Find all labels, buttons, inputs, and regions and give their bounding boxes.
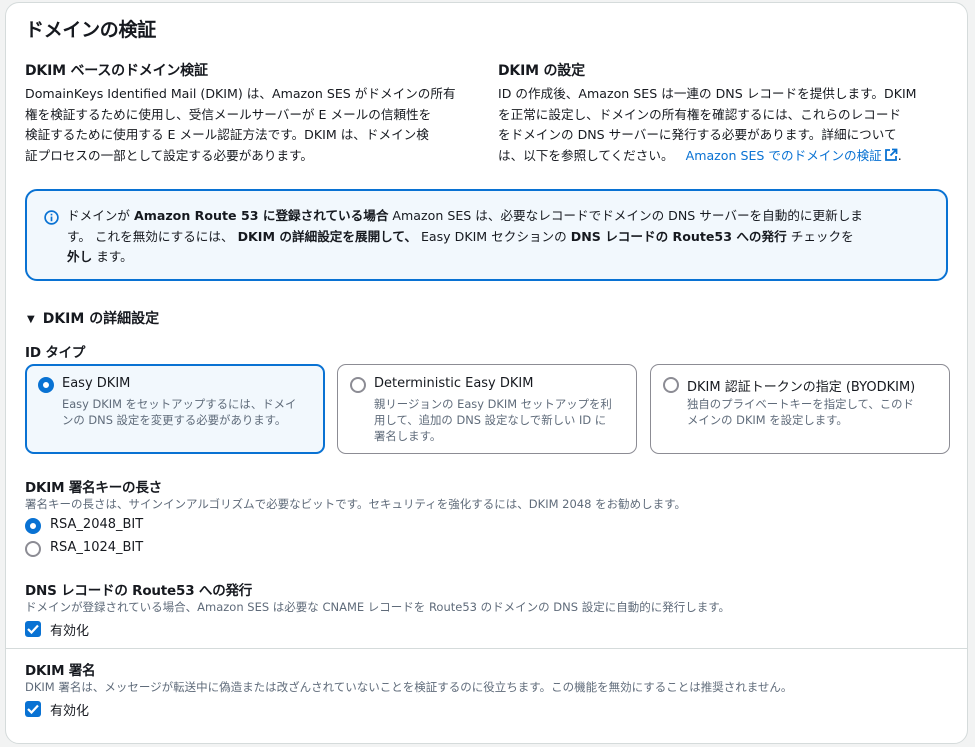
alert-text: Amazon SES は、必要なレコードでドメインの DNS サーバーを自動的に… bbox=[388, 208, 863, 223]
alert-text: Easy DKIM セクションの bbox=[416, 228, 571, 244]
radio-rsa-2048[interactable]: RSA_2048_BIT bbox=[25, 516, 225, 536]
radio-label: RSA_2048_BIT bbox=[50, 517, 144, 532]
id-type-tile-deterministic[interactable]: Deterministic Easy DKIM 親リージョンの Easy DKI… bbox=[337, 364, 637, 454]
dkim-settings-heading: DKIM の設定 bbox=[498, 63, 585, 79]
id-type-tile-byodkim[interactable]: DKIM 認証トークンの指定 (BYODKIM) 独自のプライベートキーを指定し… bbox=[650, 364, 950, 454]
route53-publish-label: DNS レコードの Route53 への発行 bbox=[25, 583, 253, 599]
tile-title: DKIM 認証トークンの指定 (BYODKIM) bbox=[687, 380, 916, 395]
dkim-base-line: 権を検証するために使用し、受信メールサーバーが E メールの信頼性を bbox=[25, 106, 432, 122]
verify-domain-link-label: Amazon SES でのドメインの検証 bbox=[685, 147, 882, 163]
tile-title: Easy DKIM bbox=[62, 376, 131, 391]
radio-easy-dkim[interactable] bbox=[38, 377, 54, 393]
dkim-settings-last-line: は、以下を参照してください。 Amazon SES でのドメインの検証. bbox=[498, 146, 958, 169]
alert-message: ドメインが Amazon Route 53 に登録されている場合 Amazon … bbox=[67, 206, 937, 268]
radio-deterministic-easy-dkim[interactable] bbox=[350, 377, 366, 393]
dkim-advanced-toggle[interactable]: ▼ DKIM の詳細設定 bbox=[27, 308, 159, 328]
radio-byodkim[interactable] bbox=[663, 377, 679, 393]
dkim-signing-description: DKIM 署名は、メッセージが転送中に偽造または改ざんされていないことを検証する… bbox=[25, 680, 793, 694]
dkim-settings-line: をドメインの DNS サーバーに発行する必要があります。詳細について bbox=[498, 127, 897, 142]
tile-description-line: Easy DKIM をセットアップするには、ドメイ bbox=[62, 397, 297, 411]
dkim-base-heading: DKIM ベースのドメイン検証 bbox=[25, 63, 208, 79]
checkbox-checked[interactable] bbox=[25, 701, 41, 717]
external-link-icon bbox=[884, 148, 898, 169]
tile-description-line: ンの DNS 設定を変更する必要があります。 bbox=[62, 413, 287, 427]
radio-rsa-1024[interactable]: RSA_1024_BIT bbox=[25, 539, 225, 559]
tile-description-line: 用して、追加の DNS 設定なしで新しい ID に bbox=[374, 413, 607, 427]
key-length-description: 署名キーの長さは、サインインアルゴリズムで必要なビットです。セキュリティを強化す… bbox=[25, 497, 686, 511]
alert-bold-text: Amazon Route 53 に登録されている場合 bbox=[133, 208, 389, 223]
tile-description: 独自のプライベートキーを指定して、このド メインの DKIM を設定します。 bbox=[687, 396, 932, 428]
id-type-tile-easy-dkim[interactable]: Easy DKIM Easy DKIM をセットアップするには、ドメイ ンの D… bbox=[25, 364, 325, 454]
dkim-advanced-toggle-label: DKIM の詳細設定 bbox=[42, 311, 160, 327]
radio-label: RSA_1024_BIT bbox=[50, 540, 144, 555]
dkim-settings-line-text: は、以下を参照してください。 bbox=[498, 147, 674, 163]
domain-verification-panel: ドメインの検証 DKIM ベースのドメイン検証 DomainKeys Ident… bbox=[5, 2, 968, 744]
alert-text: ドメインが bbox=[67, 208, 134, 223]
key-length-label: DKIM 署名キーの長さ bbox=[25, 480, 162, 496]
verify-domain-link[interactable]: Amazon SES でのドメインの検証 bbox=[686, 148, 898, 163]
dkim-settings-line: を正常に設定し、ドメインの所有権を確認するには、これらのレコード bbox=[498, 106, 901, 122]
tile-description: Easy DKIM をセットアップするには、ドメイ ンの DNS 設定を変更する… bbox=[62, 396, 307, 428]
alert-line-2: す。 これを無効にするには、 DKIM の詳細設定を展開して、 Easy DKI… bbox=[67, 227, 937, 248]
alert-bold-text: DNS レコードの Route53 への発行 bbox=[570, 228, 787, 244]
route53-info-alert: ドメインが Amazon Route 53 に登録されている場合 Amazon … bbox=[25, 189, 948, 281]
caret-down-icon: ▼ bbox=[27, 314, 35, 325]
tile-description-line: 親リージョンの Easy DKIM セットアップを利 bbox=[374, 397, 612, 411]
tile-description-line: 署名します。 bbox=[374, 429, 442, 443]
dkim-base-line: DomainKeys Identified Mail (DKIM) は、Amaz… bbox=[25, 86, 456, 101]
tile-description: 親リージョンの Easy DKIM セットアップを利 用して、追加の DNS 設… bbox=[374, 396, 619, 444]
checkbox-label: 有効化 bbox=[50, 624, 90, 639]
checkbox-checked[interactable] bbox=[25, 621, 41, 637]
alert-text: す。 これを無効にするには、 bbox=[67, 228, 238, 244]
info-icon bbox=[44, 210, 59, 225]
tile-description-line: 独自のプライベートキーを指定して、このド bbox=[687, 397, 914, 411]
dkim-base-line: 検証するために使用する E メール認証方法です。DKIM は、ドメイン検 bbox=[25, 127, 429, 142]
id-type-label: ID タイプ bbox=[25, 345, 86, 361]
section-divider bbox=[6, 648, 967, 649]
dkim-base-line: 証プロセスの一部として設定する必要があります。 bbox=[25, 147, 314, 163]
dkim-settings-line: ID の作成後、Amazon SES は一連の DNS レコードを提供します。D… bbox=[498, 86, 917, 101]
route53-publish-description: ドメインが登録されている場合、Amazon SES は必要な CNAME レコー… bbox=[25, 600, 731, 614]
dkim-base-description: DomainKeys Identified Mail (DKIM) は、Amaz… bbox=[25, 84, 485, 166]
tile-description-line: メインの DKIM を設定します。 bbox=[687, 413, 848, 427]
route53-publish-checkbox[interactable]: 有効化 bbox=[25, 619, 175, 639]
checkbox-label: 有効化 bbox=[50, 704, 90, 719]
radio-button-unselected[interactable] bbox=[25, 541, 41, 557]
alert-bold-text: 外し bbox=[67, 249, 93, 264]
dkim-settings-period: . bbox=[897, 147, 902, 163]
radio-button-selected[interactable] bbox=[25, 518, 41, 534]
tile-title: Deterministic Easy DKIM bbox=[374, 376, 534, 391]
alert-bold-text: DKIM の詳細設定を展開して、 bbox=[237, 228, 417, 244]
alert-line-3: 外し ます。 bbox=[67, 247, 937, 268]
dkim-signing-label: DKIM 署名 bbox=[25, 663, 96, 679]
alert-text: チェックを bbox=[786, 228, 854, 244]
alert-text: ます。 bbox=[92, 249, 133, 264]
page-title: ドメインの検証 bbox=[25, 19, 156, 41]
dkim-settings-description: ID の作成後、Amazon SES は一連の DNS レコードを提供します。D… bbox=[498, 84, 958, 168]
dkim-signing-checkbox[interactable]: 有効化 bbox=[25, 699, 175, 719]
alert-line-1: ドメインが Amazon Route 53 に登録されている場合 Amazon … bbox=[67, 206, 937, 227]
